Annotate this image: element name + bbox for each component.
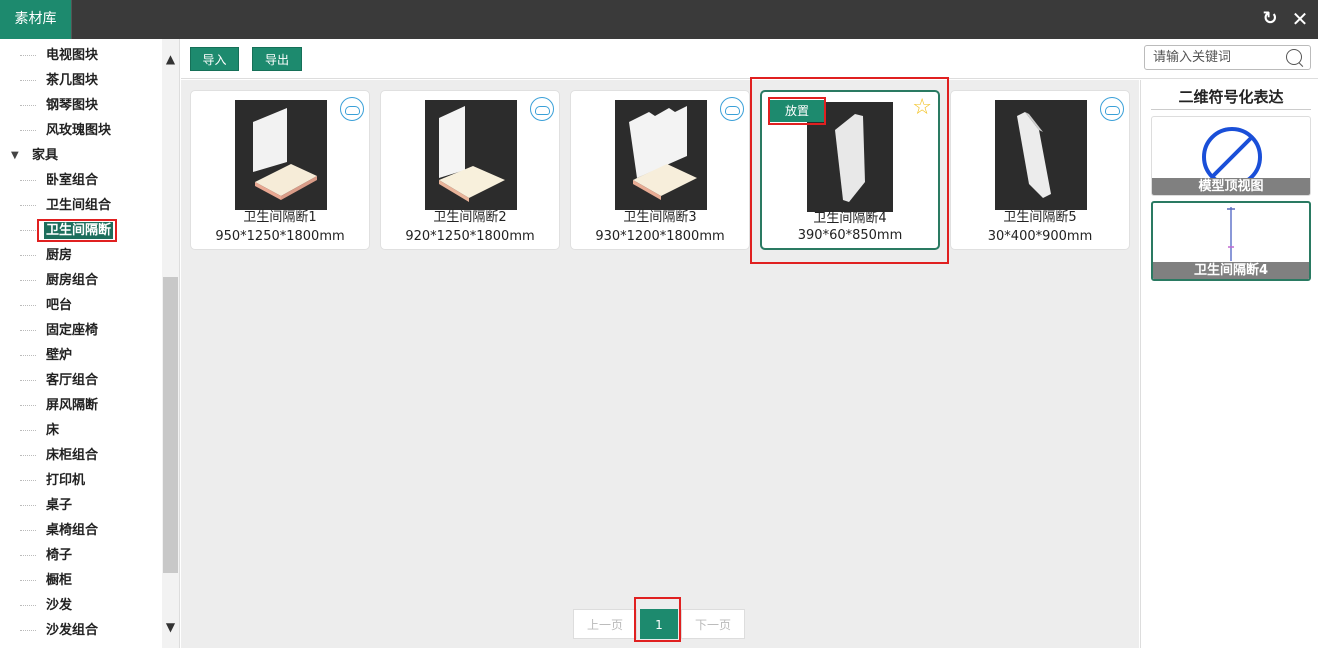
cloud-download-icon[interactable] — [1100, 97, 1124, 121]
export-button[interactable]: 导出 — [252, 47, 302, 71]
tree-item-label: 卧室组合 — [46, 173, 99, 188]
tree-item-label: 家具 — [32, 148, 59, 163]
tree-item-sofa[interactable]: 沙发 — [0, 593, 162, 618]
tree-item-wind-rose-block[interactable]: 风玫瑰图块 — [0, 118, 162, 143]
tree-item-cupboard[interactable]: 橱柜 — [0, 568, 162, 593]
search-icon[interactable] — [1286, 49, 1302, 65]
scroll-down-icon[interactable]: ▼ — [162, 619, 179, 636]
search-box[interactable] — [1144, 45, 1311, 70]
tree-item-table-chair-set[interactable]: 桌椅组合 — [0, 518, 162, 543]
symbol-panel: 二维符号化表达 模型顶视图 卫生间隔断4 — [1140, 80, 1318, 648]
symbol-top-view[interactable]: 模型顶视图 — [1151, 116, 1311, 196]
toolbar: 导入 导出 — [181, 39, 1318, 79]
tree-item-label: 沙发组合 — [46, 623, 99, 638]
tree-item-fixed-seat[interactable]: 固定座椅 — [0, 318, 162, 343]
prev-page-button[interactable]: 上一页 — [573, 609, 637, 639]
page-number-button[interactable]: 1 — [640, 609, 678, 639]
model-card[interactable]: 卫生间隔断1 950*1250*1800mm — [190, 90, 370, 250]
model-size: 920*1250*1800mm — [405, 229, 535, 244]
tree-item-label: 卫生间组合 — [46, 198, 112, 213]
tree-item-label: 打印机 — [46, 473, 86, 488]
tree-item-label: 固定座椅 — [46, 323, 99, 338]
scrollbar-thumb[interactable] — [163, 277, 178, 573]
symbol-label: 模型顶视图 — [1152, 178, 1310, 195]
category-tree: 电视图块 茶几图块 钢琴图块 风玫瑰图块 ▼ 家具 卧室组合 卫生间组合 卫生间隔… — [0, 39, 180, 648]
tree-item-label: 桌椅组合 — [46, 523, 99, 538]
symbol-panel-title: 二维符号化表达 — [1151, 84, 1311, 110]
model-thumbnail — [425, 100, 517, 210]
tree-item-label: 橱柜 — [46, 573, 73, 588]
sidebar-scrollbar[interactable]: ▲ ▼ — [162, 39, 179, 648]
tree-item-label: 厨房组合 — [46, 273, 99, 288]
tree-item-screen-partition[interactable]: 屏风隔断 — [0, 393, 162, 418]
cloud-download-icon[interactable] — [720, 97, 744, 121]
tree-item-bed[interactable]: 床 — [0, 418, 162, 443]
tree-item-label: 客厅组合 — [46, 373, 99, 388]
model-card[interactable]: 卫生间隔断3 930*1200*1800mm — [570, 90, 750, 250]
tree-item-kitchen-set[interactable]: 厨房组合 — [0, 268, 162, 293]
window-title-tab[interactable]: 素材库 — [0, 0, 72, 39]
tree-item-furniture[interactable]: ▼ 家具 — [0, 143, 162, 168]
tree-item-label: 床柜组合 — [46, 448, 99, 463]
tree-item-printer[interactable]: 打印机 — [0, 468, 162, 493]
tree-item-label: 卫生间隔断 — [44, 222, 114, 239]
model-name: 卫生间隔断3 — [623, 210, 697, 225]
tree-item-bedroom-set[interactable]: 卧室组合 — [0, 168, 162, 193]
tree-item-kitchen[interactable]: 厨房 — [0, 243, 162, 268]
tree-item-bar[interactable]: 吧台 — [0, 293, 162, 318]
model-name: 卫生间隔断4 — [813, 211, 887, 226]
tree-item-living-room-set[interactable]: 客厅组合 — [0, 368, 162, 393]
tree-item-label: 钢琴图块 — [46, 98, 99, 113]
model-name: 卫生间隔断5 — [1003, 210, 1077, 225]
model-size: 390*60*850mm — [797, 228, 903, 243]
tree-item-sofa-set[interactable]: 沙发组合 — [0, 618, 162, 643]
tree-item-label: 吧台 — [46, 298, 73, 313]
tree-item-label: 桌子 — [46, 498, 73, 513]
tree-item-piano-block[interactable]: 钢琴图块 — [0, 93, 162, 118]
title-bar: 素材库 ↻ ✕ — [0, 0, 1318, 39]
tree-item-label: 椅子 — [46, 548, 73, 563]
model-thumbnail — [995, 100, 1087, 210]
model-card[interactable]: 卫生间隔断5 30*400*900mm — [950, 90, 1130, 250]
import-button[interactable]: 导入 — [190, 47, 239, 71]
tree-item-label: 风玫瑰图块 — [46, 123, 112, 138]
scroll-up-icon[interactable]: ▲ — [162, 51, 179, 68]
tree-item-tv-block[interactable]: 电视图块 — [0, 43, 162, 68]
symbol-partition[interactable]: 卫生间隔断4 — [1151, 201, 1311, 281]
tree-item-label: 沙发 — [46, 598, 73, 613]
search-input[interactable] — [1153, 48, 1283, 67]
tree-item-label: 屏风隔断 — [46, 398, 99, 413]
close-icon[interactable]: ✕ — [1290, 9, 1310, 29]
cloud-download-icon[interactable] — [530, 97, 554, 121]
model-name: 卫生间隔断2 — [433, 210, 507, 225]
model-size: 930*1200*1800mm — [595, 229, 725, 244]
tree-item-label: 茶几图块 — [46, 73, 99, 88]
next-page-button[interactable]: 下一页 — [681, 609, 745, 639]
tree-item-bathroom-partition[interactable]: 卫生间隔断 — [0, 218, 162, 243]
model-card-selected[interactable]: 放置 ☆ 卫生间隔断4 390*60*850mm — [760, 90, 940, 250]
cloud-download-icon[interactable] — [340, 97, 364, 121]
model-size: 30*400*900mm — [987, 229, 1093, 244]
model-thumbnail — [615, 100, 707, 210]
refresh-icon[interactable]: ↻ — [1260, 10, 1280, 28]
model-name: 卫生间隔断1 — [243, 210, 317, 225]
expand-triangle-icon[interactable]: ▼ — [11, 143, 19, 168]
model-card[interactable]: 卫生间隔断2 920*1250*1800mm — [380, 90, 560, 250]
tree-item-label: 壁炉 — [46, 348, 73, 363]
tree-item-label: 厨房 — [46, 248, 73, 263]
tree-item-bed-cabinet-set[interactable]: 床柜组合 — [0, 443, 162, 468]
tree-item-fireplace[interactable]: 壁炉 — [0, 343, 162, 368]
tree-item-tea-table-block[interactable]: 茶几图块 — [0, 68, 162, 93]
place-button[interactable]: 放置 — [770, 100, 824, 122]
model-thumbnail — [235, 100, 327, 210]
tree-item-label: 床 — [46, 423, 60, 438]
tree-item-bathroom-set[interactable]: 卫生间组合 — [0, 193, 162, 218]
star-icon[interactable]: ☆ — [912, 96, 932, 120]
model-size: 950*1250*1800mm — [215, 229, 345, 244]
model-grid: 卫生间隔断1 950*1250*1800mm 卫生间隔断2 920*1250*1… — [181, 80, 1139, 648]
tree-item-table[interactable]: 桌子 — [0, 493, 162, 518]
tree-item-chair[interactable]: 椅子 — [0, 543, 162, 568]
tree-item-label: 电视图块 — [46, 48, 99, 63]
symbol-label: 卫生间隔断4 — [1153, 262, 1309, 279]
